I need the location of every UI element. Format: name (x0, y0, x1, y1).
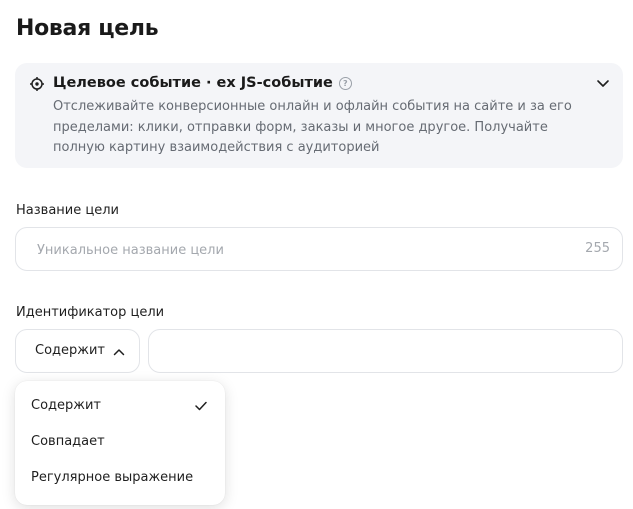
goal-name-field[interactable]: 255 (15, 227, 623, 271)
check-icon (195, 401, 207, 411)
menu-item-regex[interactable]: Регулярное выражение (15, 461, 225, 497)
goal-type-title: Целевое событие · ex JS-событие? (53, 75, 352, 91)
menu-item-label: Содержит (31, 398, 102, 413)
menu-item-label: Совпадает (31, 434, 105, 449)
target-icon (30, 77, 44, 91)
help-icon[interactable]: ? (338, 77, 352, 90)
match-type-select[interactable]: Содержит (15, 329, 140, 373)
menu-item-label: Регулярное выражение (31, 470, 194, 485)
match-type-value: Содержит (35, 343, 106, 358)
goal-name-input[interactable] (35, 239, 559, 261)
goal-identifier-input[interactable] (163, 341, 607, 363)
menu-item-matches[interactable]: Совпадает (15, 425, 225, 461)
match-type-dropdown: Содержит Совпадает Регулярное выражение (15, 381, 225, 505)
page-title: Новая цель (16, 16, 159, 41)
chevron-down-icon[interactable] (596, 79, 610, 89)
menu-item-contains[interactable]: Содержит (15, 389, 225, 425)
goal-type-description: Отслеживайте конверсионные онлайн и офла… (53, 99, 572, 155)
chevron-up-icon (113, 349, 125, 356)
goal-identifier-label: Идентификатор цели (16, 305, 165, 320)
char-counter: 255 (585, 241, 610, 256)
goal-name-label: Название цели (16, 203, 119, 218)
goal-type-card[interactable]: Целевое событие · ex JS-событие? Отслежи… (15, 63, 623, 168)
goal-identifier-field[interactable] (148, 329, 623, 373)
goal-type-title-text: Целевое событие · ex JS-событие (53, 75, 333, 91)
